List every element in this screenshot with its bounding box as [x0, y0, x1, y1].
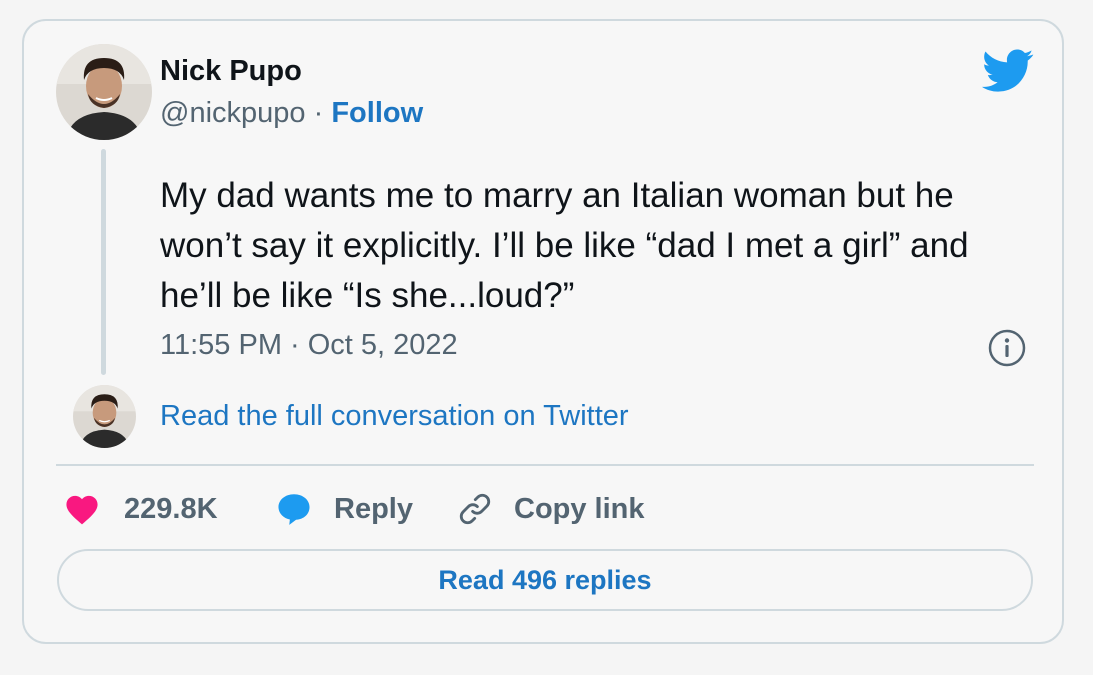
actions-divider — [56, 464, 1034, 466]
like-count: 229.8K — [124, 492, 218, 525]
info-icon[interactable] — [987, 328, 1027, 368]
tweet-text: My dad wants me to marry an Italian woma… — [160, 176, 969, 315]
tweet-timestamp[interactable]: 11:55 PM · Oct 5, 2022 — [160, 329, 458, 362]
reply-button[interactable]: Reply — [276, 487, 413, 531]
tweet-card: Nick Pupo @nickpupo · Follow My dad want… — [22, 19, 1064, 644]
read-full-conversation-link[interactable]: Read the full conversation on Twitter — [160, 400, 629, 433]
link-icon — [456, 490, 494, 528]
follow-link[interactable]: Follow — [331, 97, 423, 129]
reply-label: Reply — [334, 492, 413, 525]
conversation-avatar[interactable] — [73, 385, 136, 448]
twitter-bird-icon[interactable] — [982, 49, 1034, 93]
heart-icon — [64, 493, 100, 525]
author-name[interactable]: Nick Pupo — [160, 55, 302, 88]
read-replies-button[interactable]: Read 496 replies — [57, 549, 1033, 611]
copy-link-button[interactable]: Copy link — [456, 487, 645, 531]
handle-separator: · — [313, 97, 324, 129]
copy-link-label: Copy link — [514, 492, 645, 525]
handle-row: @nickpupo · Follow — [160, 97, 423, 130]
author-handle[interactable]: @nickpupo — [160, 97, 306, 129]
speech-bubble-icon — [276, 492, 312, 526]
thread-connector-line — [101, 149, 106, 375]
author-avatar[interactable] — [56, 44, 152, 140]
like-button[interactable]: 229.8K — [64, 487, 218, 531]
